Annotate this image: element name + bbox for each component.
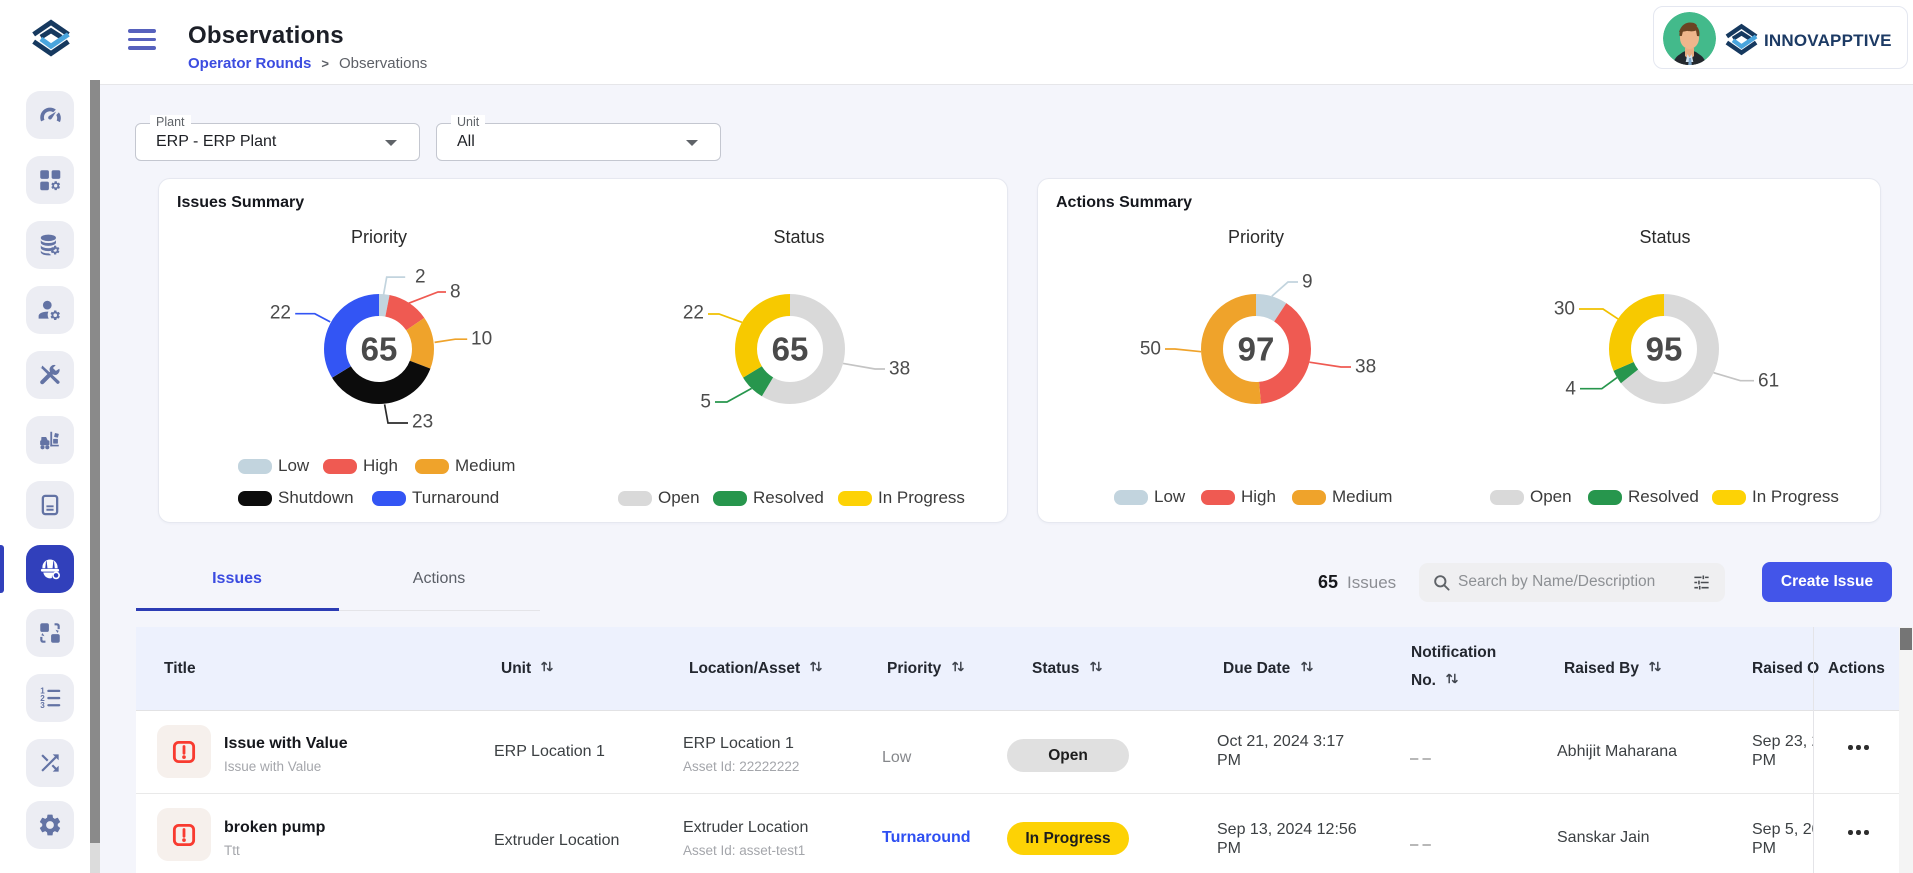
svg-text:9: 9 — [1302, 272, 1313, 293]
svg-text:5: 5 — [700, 392, 711, 413]
svg-text:Status: Status — [1639, 227, 1690, 247]
svg-text:4: 4 — [1565, 379, 1576, 400]
svg-text:3: 3 — [40, 701, 45, 710]
svg-text:30: 30 — [1554, 299, 1575, 320]
svg-text:Priority: Priority — [351, 227, 407, 247]
svg-text:65: 65 — [361, 331, 398, 368]
svg-text:Status: Status — [773, 227, 824, 247]
svg-text:8: 8 — [450, 282, 461, 303]
svg-text:10: 10 — [471, 329, 492, 350]
svg-text:22: 22 — [270, 303, 291, 324]
svg-text:22: 22 — [683, 303, 704, 324]
svg-text:61: 61 — [1758, 371, 1779, 392]
svg-text:38: 38 — [889, 359, 910, 380]
svg-text:97: 97 — [1238, 331, 1275, 368]
svg-text:23: 23 — [412, 412, 433, 433]
svg-text:65: 65 — [772, 331, 809, 368]
svg-text:95: 95 — [1646, 331, 1683, 368]
svg-text:2: 2 — [415, 267, 426, 288]
svg-text:38: 38 — [1355, 357, 1376, 378]
svg-text:50: 50 — [1140, 339, 1161, 360]
svg-text:Priority: Priority — [1228, 227, 1284, 247]
